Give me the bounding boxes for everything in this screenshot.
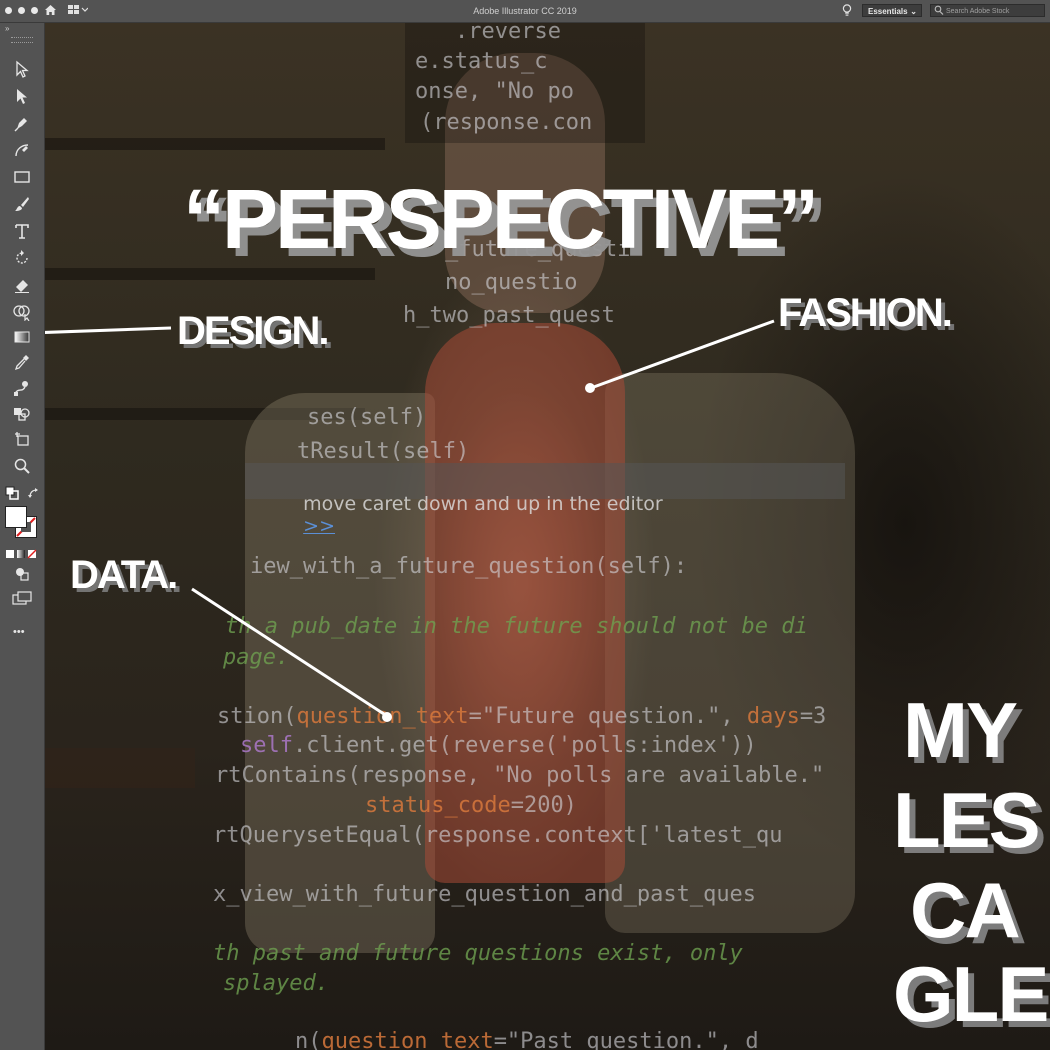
search-icon <box>934 5 944 21</box>
paintbrush-tool-icon[interactable] <box>10 193 34 215</box>
side-word-my[interactable]: MY <box>903 691 1018 769</box>
eyedropper-tool-icon[interactable] <box>10 351 34 373</box>
workspace-switcher[interactable]: Essentials ⌄ <box>862 4 922 17</box>
side-word-les[interactable]: LES <box>893 781 1041 859</box>
fashion-pointer-line <box>590 319 775 390</box>
zoom-tool-icon[interactable] <box>10 455 34 477</box>
eraser-tool-icon[interactable] <box>10 274 34 296</box>
rectangle-tool-icon[interactable] <box>10 166 34 188</box>
fill-swatch[interactable] <box>5 506 27 528</box>
shape-builder-tool-icon[interactable] <box>10 301 34 323</box>
tools-panel: » ••• <box>0 23 45 1050</box>
curvature-tool-icon[interactable] <box>10 139 34 161</box>
blend-tool-icon[interactable] <box>10 377 34 399</box>
data-pointer-dot <box>382 712 392 722</box>
design-label[interactable]: DESIGN. <box>177 309 329 354</box>
artboard-canvas[interactable]: .reverse e.status_c onse, "No po (respon… <box>45 23 1050 1050</box>
data-label[interactable]: DATA. <box>70 553 178 598</box>
title-bar: Adobe Illustrator CC 2019 Essentials ⌄ S… <box>0 0 1050 23</box>
adobe-stock-search[interactable]: Search Adobe Stock <box>930 4 1045 17</box>
side-word-ca[interactable]: CA <box>910 871 1021 949</box>
direct-selection-tool-icon[interactable] <box>10 85 34 107</box>
artboard-tool-icon[interactable] <box>10 428 34 450</box>
workspace-label: Essentials <box>868 7 908 16</box>
color-mode-buttons[interactable] <box>6 546 38 564</box>
drawing-modes-icon[interactable] <box>14 566 30 587</box>
chevron-down-icon: ⌄ <box>910 7 917 16</box>
default-fill-stroke-icon[interactable] <box>5 486 19 505</box>
panel-grip[interactable] <box>11 37 33 43</box>
lightbulb-icon[interactable] <box>842 4 852 19</box>
pen-tool-icon[interactable] <box>10 112 34 134</box>
fill-stroke-swatches[interactable] <box>5 506 41 540</box>
fashion-pointer-dot <box>585 383 595 393</box>
edit-toolbar-button[interactable]: ••• <box>13 626 25 638</box>
side-word-gle[interactable]: GLE <box>893 955 1049 1033</box>
selection-tool-icon[interactable] <box>10 58 34 80</box>
swap-fill-stroke-icon[interactable] <box>28 487 40 505</box>
collapse-panel-icon[interactable]: » <box>5 24 9 33</box>
type-tool-icon[interactable] <box>10 220 34 242</box>
search-placeholder: Search Adobe Stock <box>946 8 1010 15</box>
rotate-tool-icon[interactable] <box>10 247 34 269</box>
fashion-label[interactable]: FASHION. <box>778 291 953 336</box>
design-pointer-line <box>45 326 172 334</box>
live-paint-tool-icon[interactable] <box>10 402 34 424</box>
data-pointer-line <box>191 587 388 718</box>
gradient-tool-icon[interactable] <box>10 326 34 348</box>
artwork-title[interactable]: “PERSPECTIVE” <box>183 171 819 268</box>
screen-mode-icon[interactable] <box>12 591 32 610</box>
